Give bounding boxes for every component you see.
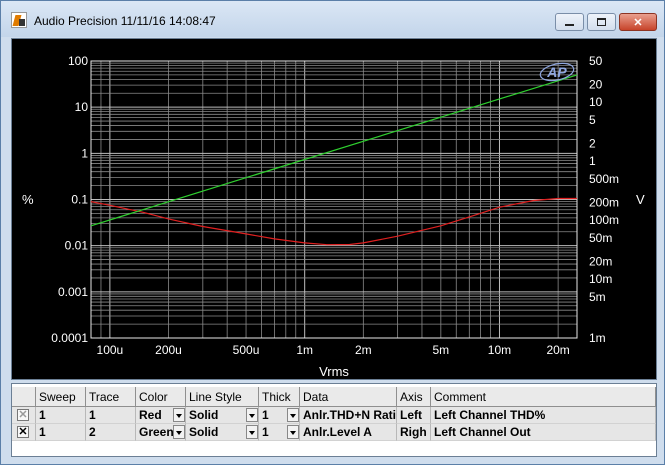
data-cell[interactable]: Anlr.THD+N Ratio (300, 407, 397, 424)
header-select (12, 387, 36, 407)
y-right-tick-label: 50 (589, 54, 603, 68)
minimize-button[interactable] (555, 13, 584, 31)
y-left-tick-label: 100 (68, 54, 88, 68)
chevron-down-icon[interactable] (287, 425, 299, 439)
window-title: Audio Precision 11/11/16 14:08:47 (34, 14, 216, 28)
header-trace[interactable]: Trace (86, 387, 136, 407)
chevron-down-icon[interactable] (173, 425, 185, 439)
line-style-cell[interactable]: Solid (186, 407, 259, 424)
trace-cell[interactable]: 2 (86, 424, 136, 441)
chevron-down-icon[interactable] (287, 408, 299, 422)
graph-panel[interactable]: 100u 200u 500u 1m 2m 5m 10m 20m 100 10 1 0.1 0.01 0.0… (11, 38, 657, 380)
trace-cell[interactable]: 1 (86, 407, 136, 424)
thick-value: 1 (262, 408, 269, 422)
line-style-value: Solid (189, 408, 219, 422)
close-icon: ✕ (633, 16, 643, 29)
y-right-tick-label: 1 (589, 154, 596, 168)
y-left-tick-label: 0.1 (71, 193, 88, 207)
y-axis-label-left: % (22, 192, 34, 207)
thick-cell[interactable]: 1 (259, 407, 300, 424)
row-checkbox[interactable]: ✕ (17, 426, 29, 438)
chart-background (12, 39, 656, 379)
line-style-value: Solid (189, 425, 219, 439)
maximize-icon (597, 18, 606, 26)
x-tick-label: 2m (355, 343, 372, 357)
row-checkbox[interactable]: ✕ (17, 409, 29, 421)
audio-precision-logo-icon[interactable] (11, 12, 27, 28)
x-tick-label: 1m (296, 343, 313, 357)
data-cell[interactable]: Anlr.Level A (300, 424, 397, 441)
header-thick[interactable]: Thick (259, 387, 300, 407)
color-cell[interactable]: Red (136, 407, 186, 424)
comment-cell[interactable]: Left Channel Out (431, 424, 656, 441)
title-bar[interactable]: Audio Precision 11/11/16 14:08:47 ✕ (1, 1, 664, 37)
y-right-tick-label: 200m (589, 195, 619, 209)
color-value: Green (139, 425, 174, 439)
x-tick-label: 100u (97, 343, 124, 357)
x-tick-label: 200u (155, 343, 182, 357)
x-tick-label: 500u (233, 343, 260, 357)
thick-value: 1 (262, 425, 269, 439)
trace-table[interactable]: Sweep Trace Color Line Style Thick Data … (11, 383, 657, 457)
y-right-tick-label: 500m (589, 172, 619, 186)
x-tick-label: 10m (488, 343, 511, 357)
y-right-tick-label: 20 (589, 77, 603, 91)
minimize-icon (565, 23, 574, 26)
close-button[interactable]: ✕ (619, 13, 657, 31)
y-left-tick-label: 0.01 (65, 239, 89, 253)
y-right-tick-label: 2 (589, 136, 596, 150)
y-left-tick-label: 10 (75, 100, 89, 114)
table-row[interactable]: ✕ 1 2 Green Solid 1 Anlr.Level A Righ Le… (12, 424, 656, 441)
ap-logo-text: AP (546, 64, 567, 80)
y-right-tick-label: 5 (589, 113, 596, 127)
x-tick-label: 20m (546, 343, 569, 357)
y-left-tick-label: 0.0001 (51, 331, 88, 345)
header-axis[interactable]: Axis (397, 387, 431, 407)
header-comment[interactable]: Comment (431, 387, 656, 407)
header-line-style[interactable]: Line Style (186, 387, 259, 407)
y-right-tick-label: 10m (589, 272, 612, 286)
color-cell[interactable]: Green (136, 424, 186, 441)
y-right-tick-label: 10 (589, 95, 603, 109)
header-color[interactable]: Color (136, 387, 186, 407)
thick-cell[interactable]: 1 (259, 424, 300, 441)
chevron-down-icon[interactable] (173, 408, 185, 422)
row-select-cell[interactable]: ✕ (12, 407, 36, 424)
chart-svg[interactable]: 100u 200u 500u 1m 2m 5m 10m 20m 100 10 1 0.1 0.01 0.0… (12, 39, 656, 379)
y-left-tick-label: 1 (81, 146, 88, 160)
sweep-cell[interactable]: 1 (36, 424, 86, 441)
y-right-tick-label: 50m (589, 231, 612, 245)
x-tick-label: 5m (433, 343, 450, 357)
y-right-tick-label: 100m (589, 213, 619, 227)
table-row[interactable]: ✕ 1 1 Red Solid 1 Anlr.THD+N Ratio Left … (12, 407, 656, 424)
header-data[interactable]: Data (300, 387, 397, 407)
y-right-tick-label: 5m (589, 290, 606, 304)
axis-cell[interactable]: Righ (397, 424, 431, 441)
header-sweep[interactable]: Sweep (36, 387, 86, 407)
y-right-tick-label: 1m (589, 331, 606, 345)
comment-cell[interactable]: Left Channel THD% (431, 407, 656, 424)
trace-table-header: Sweep Trace Color Line Style Thick Data … (12, 387, 656, 407)
axis-cell[interactable]: Left (397, 407, 431, 424)
y-left-tick-label: 0.001 (58, 285, 88, 299)
app-window: Audio Precision 11/11/16 14:08:47 ✕ 100u… (0, 0, 665, 465)
line-style-cell[interactable]: Solid (186, 424, 259, 441)
row-select-cell[interactable]: ✕ (12, 424, 36, 441)
chevron-down-icon[interactable] (246, 425, 258, 439)
y-axis-label-right: V (636, 192, 645, 207)
y-right-tick-label: 20m (589, 254, 612, 268)
color-value: Red (139, 408, 162, 422)
x-axis-label: Vrms (319, 364, 349, 379)
chevron-down-icon[interactable] (246, 408, 258, 422)
sweep-cell[interactable]: 1 (36, 407, 86, 424)
maximize-button[interactable] (587, 13, 616, 31)
